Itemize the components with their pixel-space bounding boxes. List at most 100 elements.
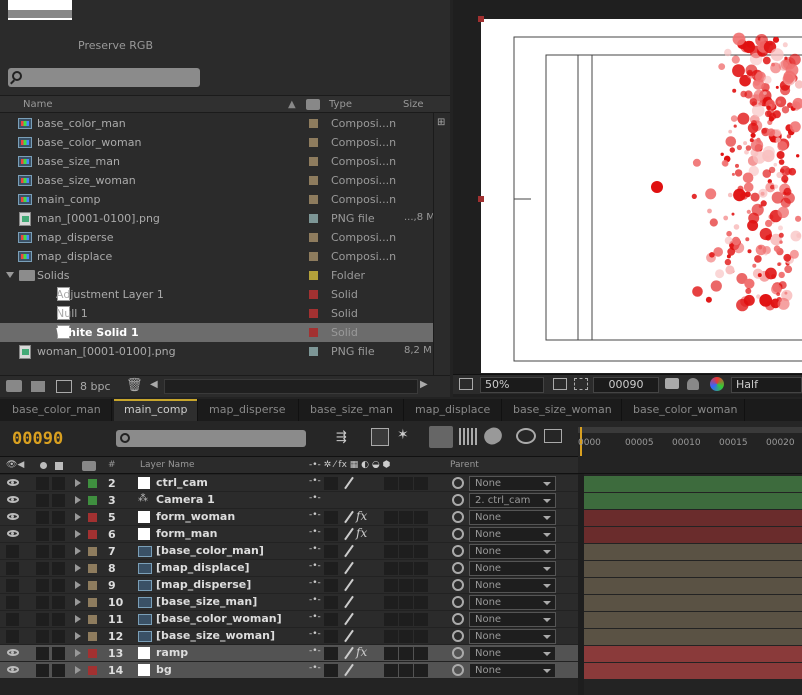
flowchart-icon[interactable]: ⊞ [437,117,445,128]
pick-whip-icon[interactable] [452,494,464,506]
new-composition-icon[interactable] [56,380,72,393]
layer-handle-top[interactable] [478,16,484,22]
layer-name[interactable]: [base_size_woman] [156,629,275,642]
type-column-header[interactable]: Type [329,99,352,110]
layer-label-color[interactable] [88,530,97,539]
adjustment-switch[interactable] [399,613,413,626]
project-item[interactable]: Solids Folder [0,266,433,285]
lock-toggle[interactable] [52,579,65,592]
layer-expand-triangle-icon[interactable] [75,564,81,572]
project-item[interactable]: base_color_man Composi...n [0,114,433,133]
resolution-dropdown[interactable]: Half [731,377,802,393]
motion-blur-switch[interactable] [384,579,398,592]
collapse-switch[interactable] [324,647,338,660]
label-color-swatch[interactable] [309,252,318,261]
effects-switch-icon[interactable]: fx [356,645,367,659]
collapse-switch[interactable] [324,664,338,677]
eye-icon[interactable] [7,479,19,486]
layer-duration-bar[interactable] [584,544,802,560]
motion-blur-switch[interactable] [384,596,398,609]
layer-label-color[interactable] [88,649,97,658]
layer-name[interactable]: form_man [156,527,217,540]
project-item[interactable]: map_displace Composi...n [0,247,433,266]
layer-duration-bar[interactable] [584,663,802,679]
parent-dropdown[interactable]: None [469,663,556,678]
3d-layer-switch[interactable] [414,511,428,524]
project-item[interactable]: White Solid 1 Solid [0,323,433,342]
collapse-switch[interactable] [324,613,338,626]
adjustment-switch[interactable] [399,528,413,541]
eye-icon[interactable] [7,513,19,520]
frame-blending-icon[interactable] [429,426,453,448]
layer-duration-bar[interactable] [584,527,802,543]
video-toggle[interactable] [6,545,19,558]
always-preview-icon[interactable] [459,378,473,390]
collapse-switch[interactable] [324,545,338,558]
quality-switch-icon[interactable] [342,663,354,677]
layer-label-color[interactable] [88,513,97,522]
layer-expand-triangle-icon[interactable] [75,530,81,538]
quality-switch-icon[interactable] [342,544,354,558]
tab-base-size-woman[interactable]: base_size_woman [503,399,622,421]
shy-layers-icon[interactable]: ✶ [397,427,409,443]
quality-switch-icon[interactable] [342,578,354,592]
layer-name[interactable]: [map_disperse] [156,578,251,591]
quality-switch-icon[interactable] [342,612,354,626]
project-item[interactable]: main_comp Composi...n [0,190,433,209]
3d-layer-switch[interactable] [414,647,428,660]
lock-toggle[interactable] [52,562,65,575]
adjustment-switch[interactable] [399,596,413,609]
region-of-interest-icon[interactable] [553,378,567,390]
solo-toggle[interactable] [36,545,49,558]
layer-expand-triangle-icon[interactable] [75,615,81,623]
solo-toggle[interactable] [36,630,49,643]
layer-label-color[interactable] [88,479,97,488]
quality-switch-icon[interactable] [342,510,354,524]
motion-blur-switch[interactable] [384,562,398,575]
eye-icon[interactable] [7,496,19,503]
3d-layer-switch[interactable] [414,596,428,609]
work-area-bar[interactable] [578,427,802,433]
motion-blur-switch[interactable] [384,613,398,626]
label-color-swatch[interactable] [309,271,318,280]
project-search-input[interactable] [8,68,200,87]
pick-whip-icon[interactable] [452,511,464,523]
3d-layer-switch[interactable] [414,630,428,643]
layer-name[interactable]: [map_displace] [156,561,250,574]
time-ruler[interactable]: 0000 00005 00010 00015 00020 [578,427,802,456]
solo-toggle[interactable] [36,579,49,592]
layer-label-color[interactable] [88,581,97,590]
parent-dropdown[interactable]: None [469,595,556,610]
layer-row[interactable]: 14 bg -•- None [0,662,578,679]
solo-toggle[interactable] [36,664,49,677]
solo-toggle[interactable] [36,477,49,490]
3d-layer-switch[interactable] [414,477,428,490]
label-color-swatch[interactable] [309,138,318,147]
composition-canvas[interactable] [481,19,802,373]
project-item[interactable]: base_color_woman Composi...n [0,133,433,152]
layer-row[interactable]: 3 ⁂ Camera 1 -•- 2. ctrl_cam [0,492,578,509]
draft-3d-icon[interactable] [371,428,389,446]
solo-toggle[interactable] [36,494,49,507]
layer-name-column-header[interactable]: Layer Name [140,460,195,470]
adjustment-switch[interactable] [399,664,413,677]
trash-icon[interactable]: 🗑 [126,378,143,393]
layer-expand-triangle-icon[interactable] [75,513,81,521]
video-toggle[interactable] [6,596,19,609]
pick-whip-icon[interactable] [452,664,464,676]
project-item[interactable]: man_[0001-0100].png PNG file ...,8 M [0,209,433,228]
collapse-switch[interactable] [324,596,338,609]
solo-toggle[interactable] [36,596,49,609]
collapse-switch[interactable] [324,477,338,490]
layer-duration-bar[interactable] [584,646,802,662]
tab-base-color-woman[interactable]: base_color_woman [623,399,745,421]
layer-duration-bar[interactable] [584,561,802,577]
size-column-header[interactable]: Size [403,99,424,110]
collapse-switch[interactable] [324,511,338,524]
lock-toggle[interactable] [52,528,65,541]
shy-switch-icon[interactable]: -•- [309,646,321,656]
layer-expand-triangle-icon[interactable] [75,581,81,589]
layer-expand-triangle-icon[interactable] [75,632,81,640]
layer-label-color[interactable] [88,547,97,556]
layer-duration-bar[interactable] [584,595,802,611]
